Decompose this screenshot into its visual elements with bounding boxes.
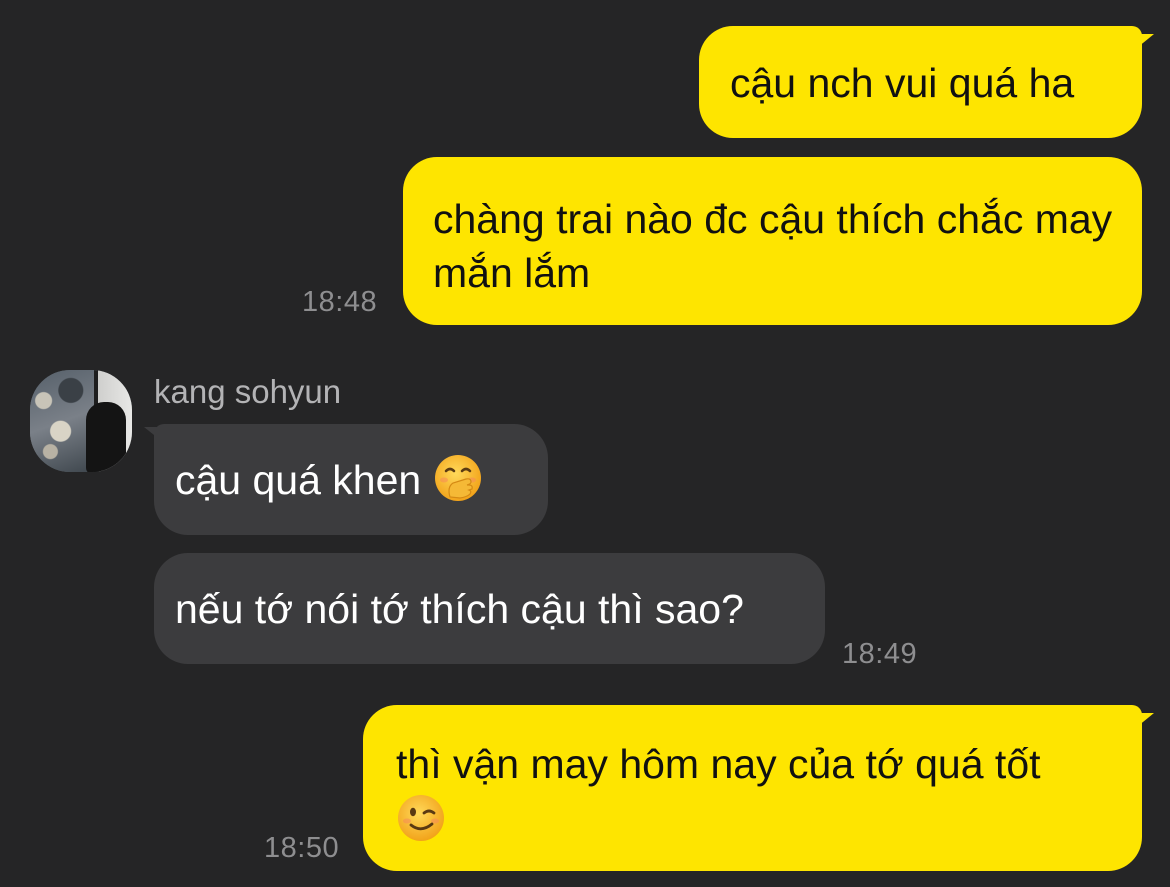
message-timestamp: 18:49 bbox=[842, 638, 918, 670]
message-text: cậu nch vui quá ha bbox=[730, 60, 1075, 106]
message-text: chàng trai nào đc cậu thích chắc may mắn… bbox=[433, 196, 1113, 296]
sender-name[interactable]: kang sohyun bbox=[154, 373, 341, 411]
message-timestamp: 18:48 bbox=[302, 286, 378, 318]
outgoing-message-bubble[interactable]: thì vận may hôm nay của tớ quá tốt bbox=[363, 705, 1142, 871]
winking-face-emoji bbox=[398, 795, 444, 841]
outgoing-message-bubble[interactable]: cậu nch vui quá ha bbox=[699, 26, 1142, 138]
incoming-message-bubble[interactable]: cậu quá khen bbox=[154, 424, 548, 535]
bubble-tail bbox=[1132, 34, 1154, 52]
message-timestamp: 18:50 bbox=[264, 832, 340, 864]
bubble-tail bbox=[1132, 713, 1154, 731]
hand-over-mouth-emoji bbox=[434, 455, 481, 501]
message-text: cậu quá khen bbox=[175, 457, 422, 503]
outgoing-message-bubble[interactable]: chàng trai nào đc cậu thích chắc may mắn… bbox=[403, 157, 1142, 325]
sender-avatar[interactable] bbox=[30, 370, 132, 472]
incoming-message-bubble[interactable]: nếu tớ nói tớ thích cậu thì sao? bbox=[154, 553, 825, 664]
message-text: nếu tớ nói tớ thích cậu thì sao? bbox=[175, 586, 744, 632]
message-text: thì vận may hôm nay của tớ quá tốt bbox=[396, 741, 1041, 787]
